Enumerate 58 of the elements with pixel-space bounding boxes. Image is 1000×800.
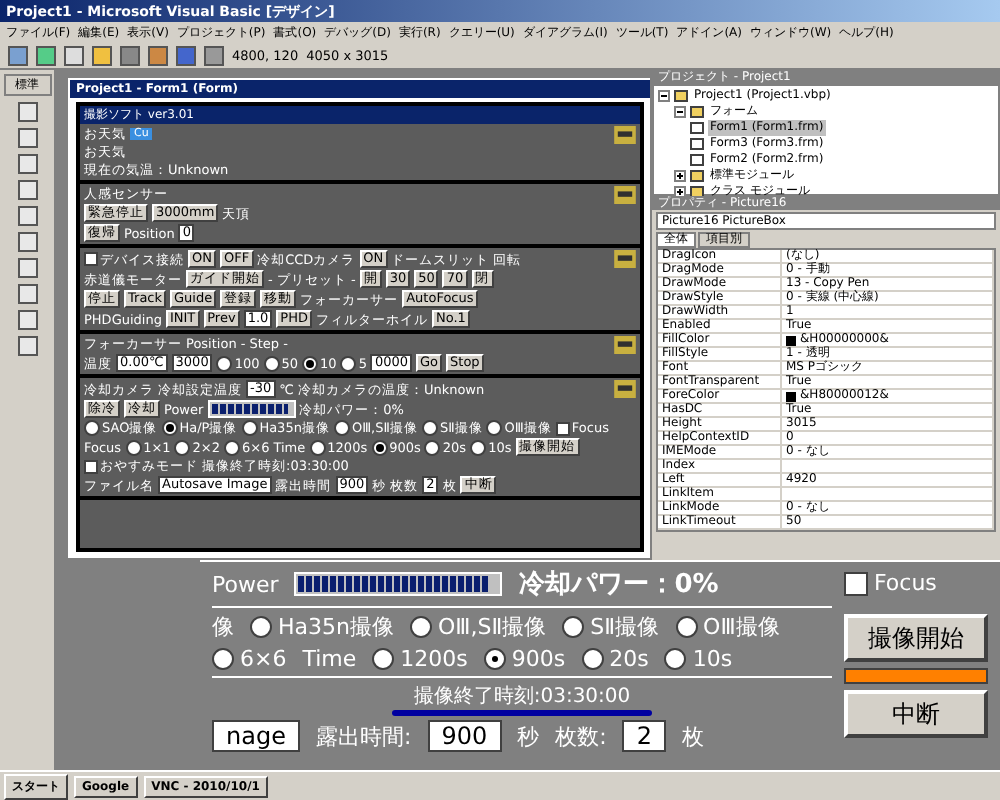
radio-button[interactable] — [241, 420, 258, 436]
radio-label: 1200s — [400, 646, 468, 672]
radio-button[interactable] — [250, 616, 272, 638]
radio-button[interactable] — [372, 648, 395, 670]
radio-button[interactable] — [216, 355, 233, 371]
time-label: Time — [302, 646, 357, 672]
radio-button[interactable] — [486, 420, 503, 436]
radio-button[interactable] — [424, 439, 441, 455]
radio-button[interactable] — [675, 616, 698, 638]
start-capture-button[interactable]: 撮像開始 — [844, 614, 988, 662]
unit-label: 秒 — [517, 721, 540, 751]
radio-label: 900s — [511, 646, 566, 672]
radio-button[interactable] — [302, 355, 319, 371]
radio-button[interactable] — [581, 648, 604, 670]
checkbox[interactable] — [555, 421, 570, 435]
exposure-field[interactable]: 900 — [427, 720, 502, 752]
checkbox[interactable] — [84, 252, 98, 266]
collapse-icon[interactable] — [674, 106, 686, 118]
checkbox-label: Focus — [874, 570, 937, 596]
radio-label: OⅢ撮像 — [703, 612, 780, 642]
radio-button[interactable] — [470, 439, 487, 455]
radio-button[interactable] — [263, 355, 280, 371]
radio-button[interactable] — [483, 648, 506, 670]
radio-button[interactable] — [212, 648, 234, 670]
unit-label: 枚 — [681, 721, 704, 751]
exposure-label: 露出時間: — [315, 721, 412, 751]
stop-button[interactable]: 中断 — [844, 690, 988, 738]
radio-label: 6×6 — [240, 646, 287, 672]
power-reading: 冷却パワー：0% — [518, 568, 719, 602]
status-bar — [844, 668, 988, 684]
checkbox[interactable] — [84, 459, 98, 473]
radio-button[interactable] — [309, 439, 326, 455]
radio-button[interactable] — [409, 616, 432, 638]
radio-label: 20s — [609, 646, 649, 672]
radio-label: 像 — [212, 612, 234, 642]
radio-label: SⅡ撮像 — [590, 612, 660, 642]
collapse-icon[interactable] — [658, 90, 670, 102]
expand-icon[interactable] — [674, 170, 686, 182]
radio-button[interactable] — [161, 420, 178, 436]
count-label: 枚数: — [555, 721, 607, 751]
radio-button[interactable] — [371, 439, 388, 455]
radio-button[interactable] — [340, 355, 357, 371]
radio-button[interactable] — [664, 648, 687, 670]
radio-label: 10s — [692, 646, 733, 672]
radio-button[interactable] — [125, 439, 142, 455]
radio-button[interactable] — [224, 439, 241, 455]
count-field[interactable]: 2 — [622, 720, 666, 752]
power-label: Power — [212, 571, 279, 597]
radio-button[interactable] — [174, 439, 191, 455]
radio-button[interactable] — [562, 616, 585, 638]
radio-label: OⅢ,SⅡ撮像 — [437, 612, 547, 642]
end-time: 撮像終了時刻:03:30:00 — [413, 683, 631, 710]
radio-button[interactable] — [421, 420, 438, 436]
checkbox[interactable] — [844, 571, 868, 595]
radio-button[interactable] — [333, 420, 350, 436]
radio-label: Ha35n撮像 — [278, 612, 394, 642]
file-name-field[interactable]: nage — [212, 720, 300, 752]
radio-button[interactable] — [84, 420, 100, 436]
